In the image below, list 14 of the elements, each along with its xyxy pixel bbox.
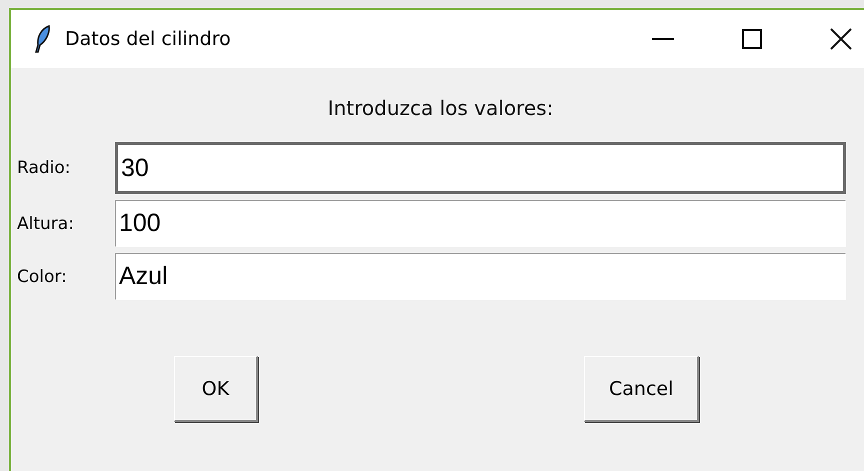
feather-icon: [35, 25, 51, 53]
prompt-text: Introduzca los valores:: [326, 96, 554, 120]
input-field[interactable]: 100: [115, 200, 846, 247]
minimize-icon[interactable]: [652, 37, 674, 41]
dialog-button[interactable]: OK: [174, 356, 258, 422]
input-field[interactable]: Azul: [115, 253, 846, 300]
input-field[interactable]: 30: [115, 142, 846, 194]
field-label: Color:: [17, 266, 68, 286]
field-label: Radio:: [17, 158, 72, 178]
close-icon[interactable]: [830, 28, 852, 50]
maximize-icon[interactable]: [742, 29, 762, 49]
field-label: Altura:: [17, 214, 75, 234]
window-title: Datos del cilindro: [65, 28, 231, 50]
dialog-button[interactable]: Cancel: [584, 356, 700, 422]
